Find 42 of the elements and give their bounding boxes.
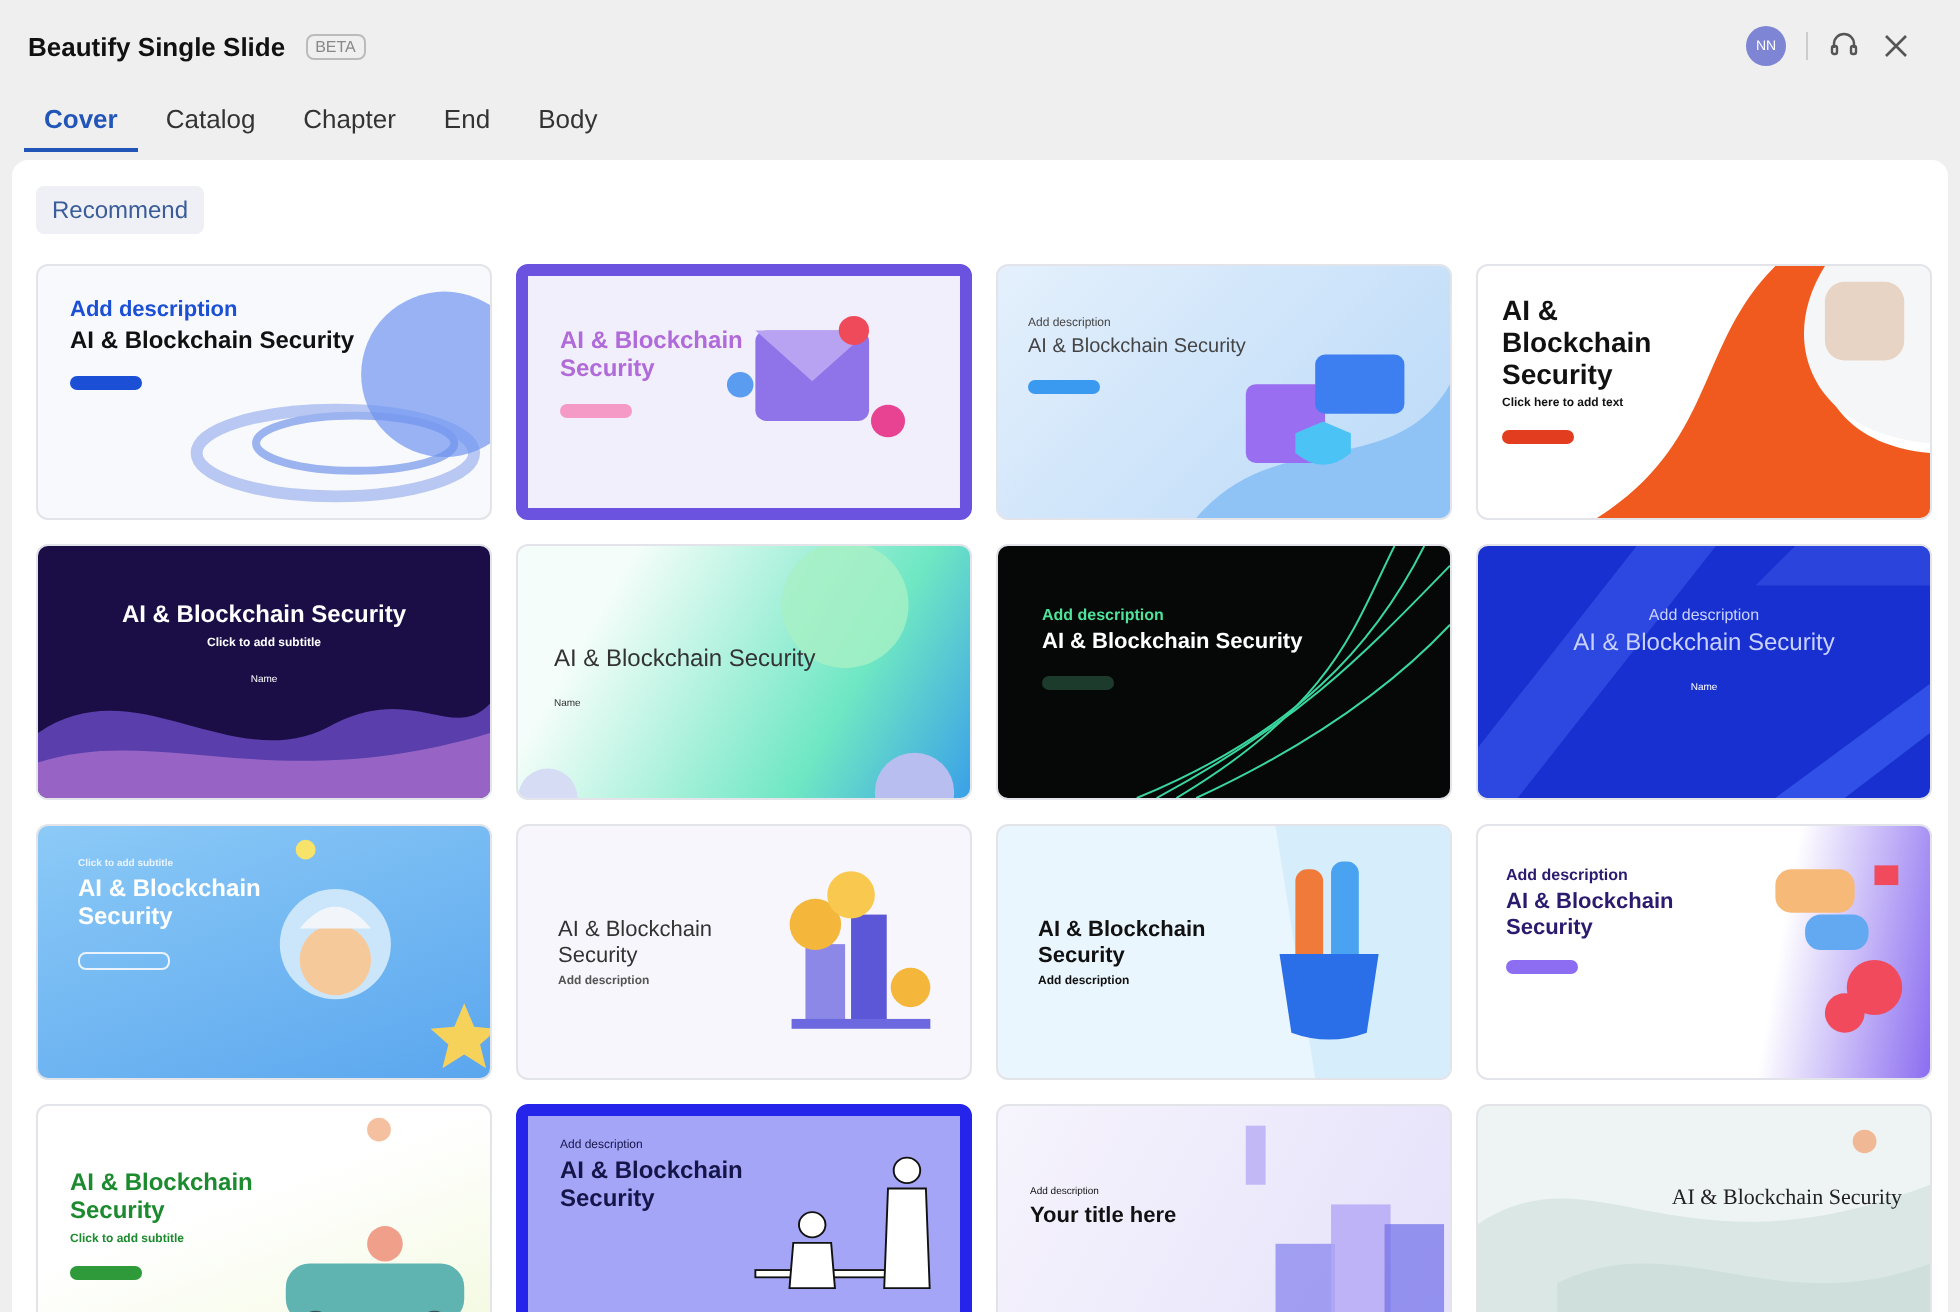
close-button[interactable] [1884,34,1908,58]
filter-chip[interactable]: Recommend [36,186,205,234]
slide-title: AI & Blockchain Security [1042,630,1303,656]
slide-title: AI & Blockchain Security [1502,294,1654,391]
slide-title: AI & Blockchain Security [1028,336,1246,359]
category-tab[interactable]: Body [518,92,618,152]
slide-button-shape [1042,675,1114,690]
category-tab[interactable]: Catalog [145,92,276,152]
slide-button-shape [78,951,170,970]
slide-title: AI & Blockchain Security [121,602,407,630]
slide-title: AI & Blockchain Security [560,1158,745,1214]
category-tab[interactable]: Chapter [283,92,416,152]
slide-thumbnail[interactable]: Add description AI & Blockchain Security [1476,824,1932,1080]
slide-thumbnail[interactable]: AI & Blockchain Security [1476,1104,1932,1312]
window-title: Beautify Single Slide [28,31,286,61]
slide-button-shape [1502,430,1574,445]
slide-title: AI & Blockchain Security [554,646,816,674]
slide-title: AI & Blockchain Security [70,1170,255,1226]
slide-title: AI & Blockchain Security [1573,630,1835,658]
slide-button-shape [70,375,142,390]
slide-title: AI & Blockchain Security [558,918,715,969]
slide-button-shape [1506,960,1578,975]
slide-title: AI & Blockchain Security [70,328,355,356]
slide-title: AI & Blockchain Security [78,876,263,932]
slide-title: AI & Blockchain Security [1506,890,1676,941]
slide-title: AI & Blockchain Security [1038,918,1208,969]
close-icon [1884,34,1908,58]
slide-title: AI & Blockchain Security [560,328,745,384]
beta-badge: BETA [305,33,366,59]
slide-button-shape [560,403,632,418]
slide-title: AI & Blockchain Security [1671,1186,1902,1212]
slide-thumbnail[interactable]: Add description AI & Blockchain Security [36,264,492,520]
slide-button-shape [1028,379,1100,393]
slide-description: Add description [1042,606,1164,624]
slide-description: Add description [70,298,238,322]
slide-description: Add description [1648,606,1760,624]
slide-thumbnail[interactable]: Add description AI & Blockchain Security [996,544,1452,800]
slide-description: Add description [1506,866,1628,884]
category-tab[interactable]: Cover [24,92,138,152]
slide-button-shape [70,1265,142,1280]
category-tab[interactable]: End [423,92,511,152]
slide-title: Your title here [1030,1204,1177,1230]
